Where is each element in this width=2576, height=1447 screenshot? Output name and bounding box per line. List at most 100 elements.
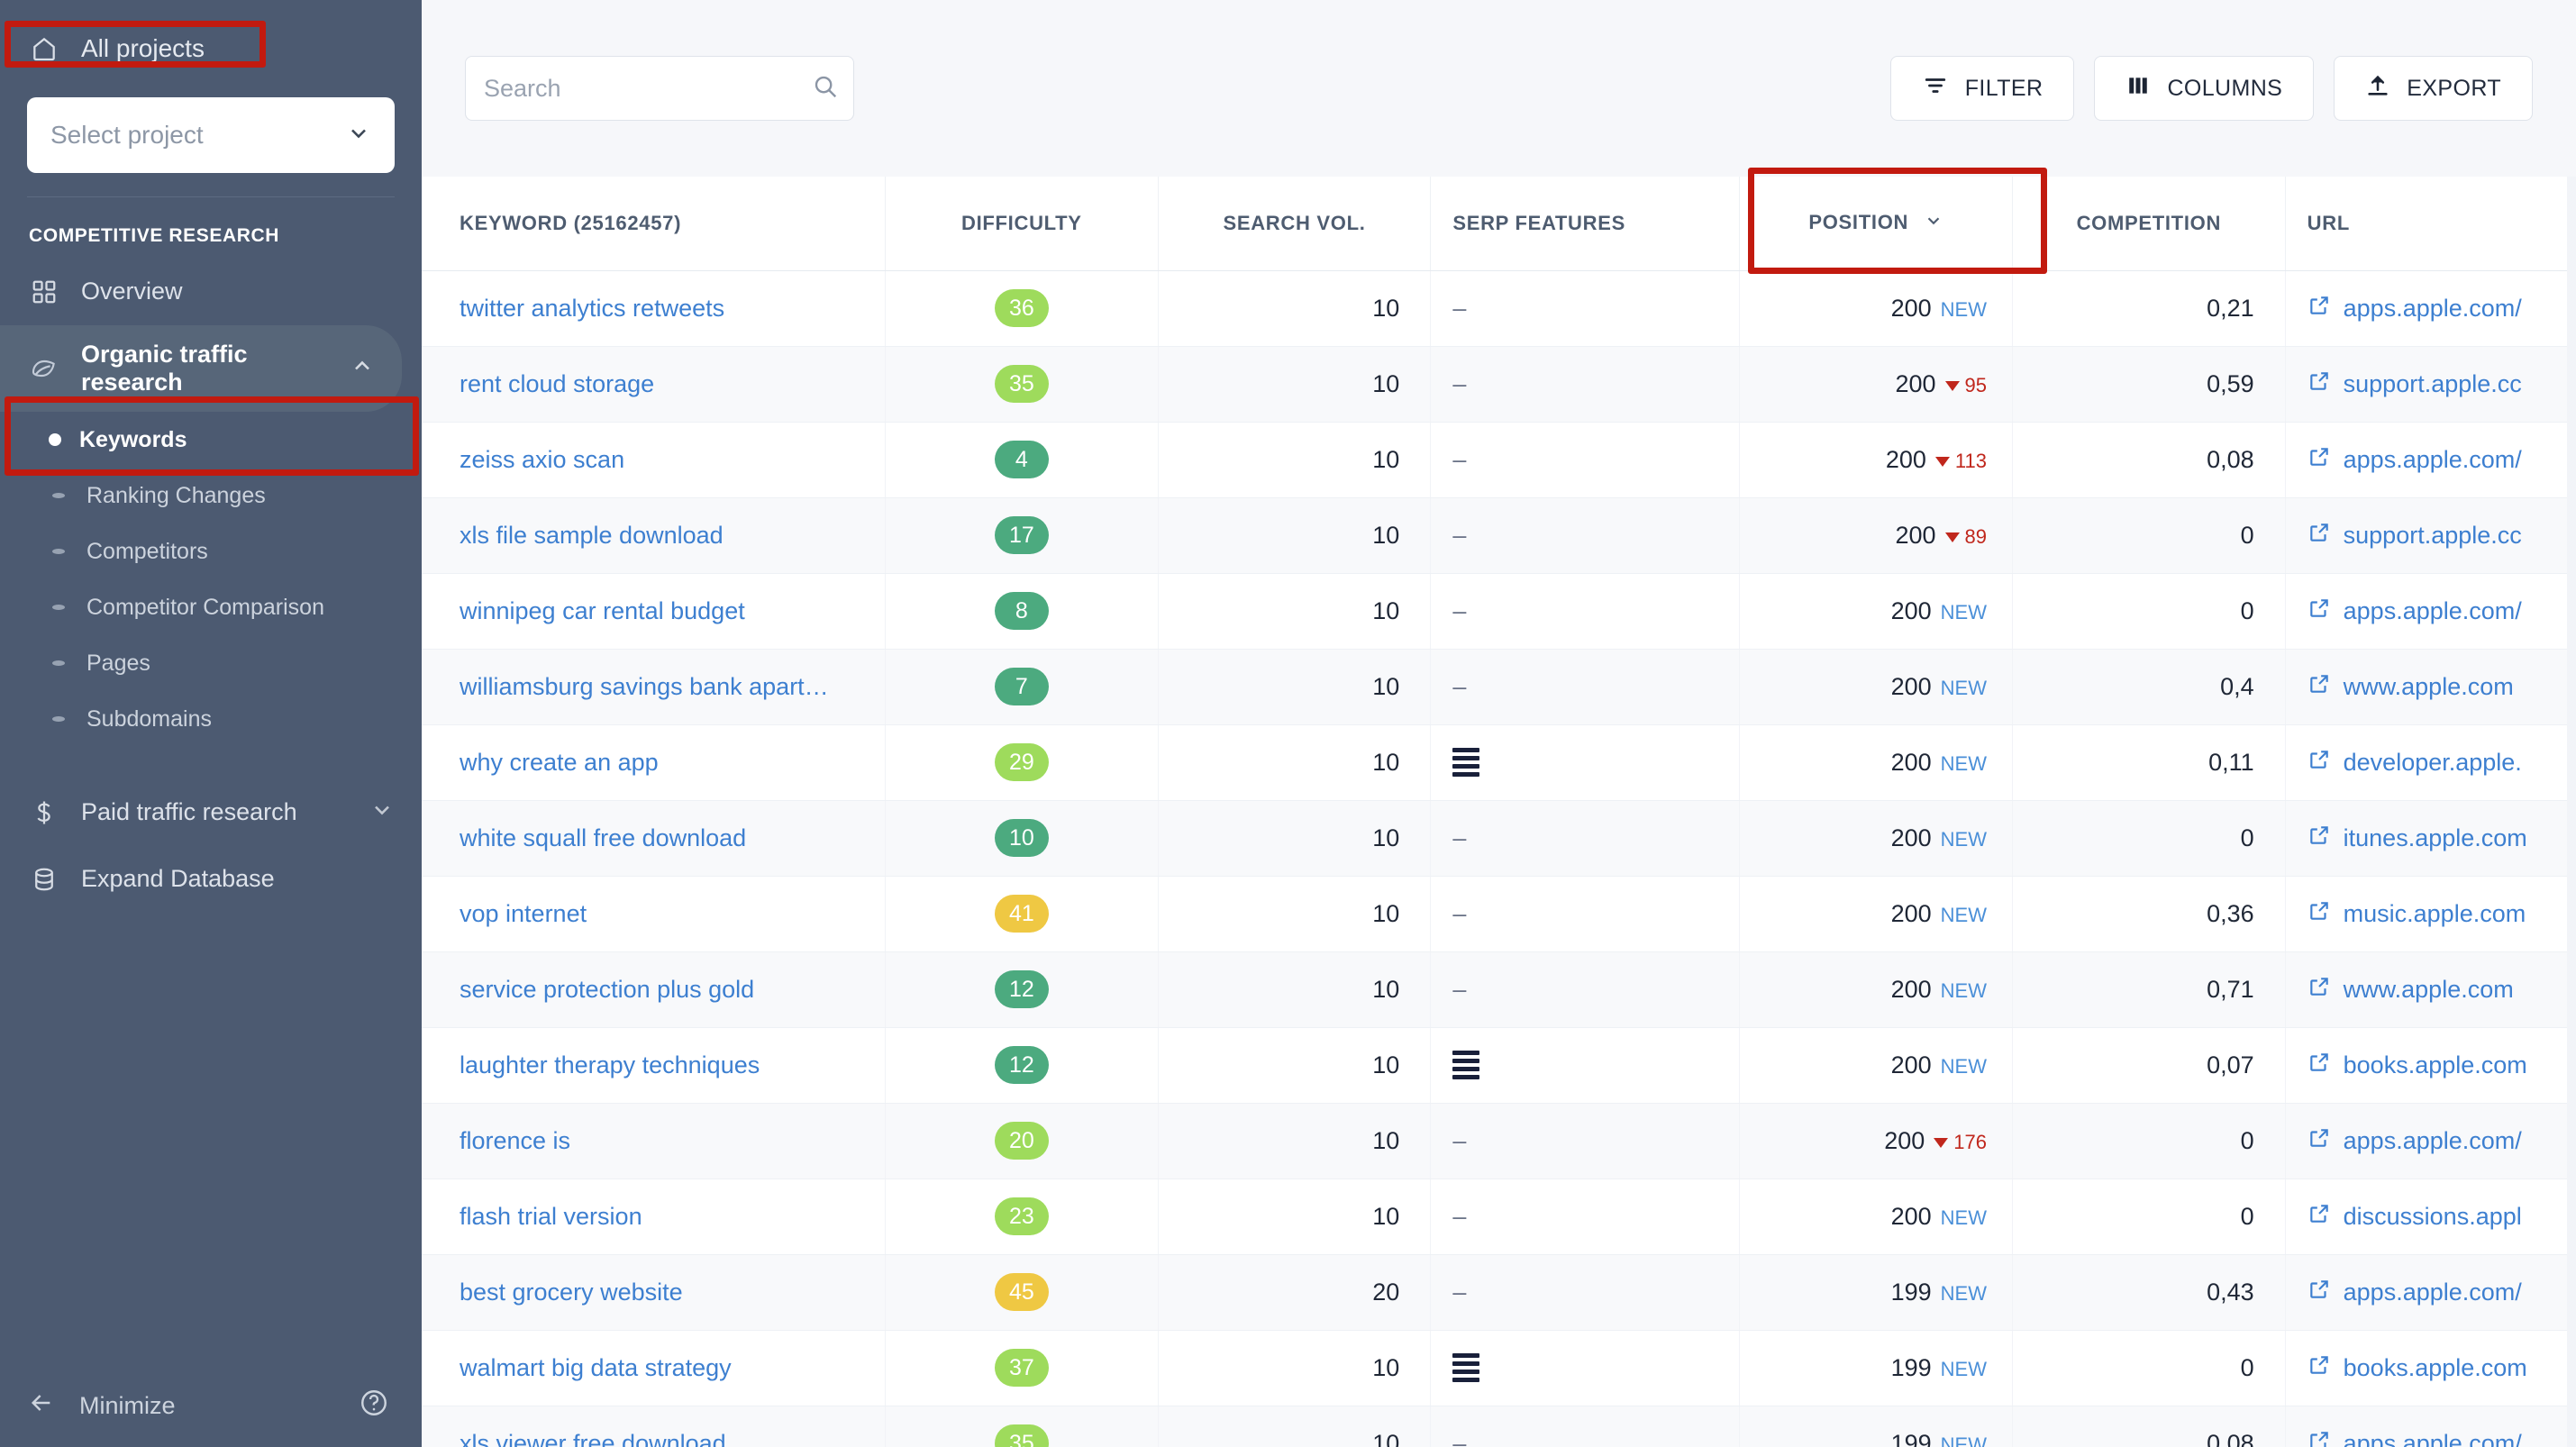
- cell-competition: 0,36: [2012, 876, 2286, 952]
- cell-keyword: vop internet: [422, 876, 887, 952]
- serp-feature-list-icon: [1452, 747, 1480, 777]
- cell-search-volume: 10: [1158, 1330, 1432, 1406]
- keyword-link[interactable]: best grocery website: [460, 1279, 683, 1306]
- position-change-new: NEW: [1940, 1281, 1987, 1305]
- cell-position: 200 NEW: [1739, 1027, 2013, 1104]
- column-header-position[interactable]: POSITION: [1739, 177, 2013, 271]
- sidebar-item-overview[interactable]: Overview: [0, 259, 422, 325]
- position-change-new: NEW: [1940, 903, 1987, 926]
- search-box[interactable]: [465, 56, 854, 121]
- position-change-new: NEW: [1940, 751, 1987, 775]
- url-link[interactable]: support.apple.cc: [2307, 521, 2522, 551]
- keyword-link[interactable]: vop internet: [460, 900, 587, 927]
- keyword-link[interactable]: xls file sample download: [460, 522, 724, 549]
- keyword-link[interactable]: florence is: [460, 1127, 570, 1154]
- sidebar-subitem-competitor-comparison[interactable]: Competitor Comparison: [0, 579, 422, 635]
- position-value: 200: [1890, 824, 1932, 851]
- sidebar-item-expand-database[interactable]: Expand Database: [0, 846, 422, 913]
- keyword-link[interactable]: white squall free download: [460, 824, 746, 851]
- keyword-link[interactable]: walmart big data strategy: [460, 1354, 732, 1381]
- search-input[interactable]: [484, 74, 803, 103]
- cell-serp-features: [1430, 724, 1741, 801]
- keyword-link[interactable]: twitter analytics retweets: [460, 295, 724, 322]
- columns-button[interactable]: COLUMNS: [2094, 56, 2315, 121]
- cell-position: 200 NEW: [1739, 876, 2013, 952]
- column-header-difficulty[interactable]: DIFFICULTY: [885, 177, 1159, 271]
- export-button[interactable]: EXPORT: [2334, 56, 2533, 121]
- sidebar-top: All projects Select project: [0, 0, 422, 197]
- sidebar-subitem-label: Competitor Comparison: [86, 594, 324, 620]
- column-header-search-volume[interactable]: SEARCH VOL.: [1158, 177, 1432, 271]
- search-icon[interactable]: [812, 73, 839, 105]
- cell-keyword: best grocery website: [422, 1254, 887, 1331]
- home-icon: [27, 34, 61, 63]
- column-header-keyword[interactable]: KEYWORD (25162457): [422, 177, 887, 271]
- filter-button[interactable]: FILTER: [1889, 56, 2075, 121]
- url-link[interactable]: discussions.appl: [2307, 1202, 2522, 1232]
- cell-search-volume: 10: [1158, 1179, 1432, 1255]
- keyword-link[interactable]: williamsburg savings bank apart…: [460, 673, 829, 700]
- cell-serp-features: –: [1430, 1406, 1741, 1447]
- bullet-icon: [52, 605, 65, 610]
- sidebar-subitem-pages[interactable]: Pages: [0, 635, 422, 691]
- keyword-link[interactable]: why create an app: [460, 749, 659, 776]
- minimize-label[interactable]: Minimize: [79, 1392, 335, 1420]
- url-link[interactable]: books.apple.com: [2307, 1051, 2527, 1080]
- table-row: why create an app 29 10 200 NEW 0,11 developer…: [422, 724, 2576, 801]
- position-value: 200: [1885, 445, 1926, 473]
- url-link[interactable]: apps.apple.com/: [2307, 596, 2522, 626]
- keyword-link[interactable]: service protection plus gold: [460, 976, 754, 1003]
- position-change-down: 89: [1944, 525, 1987, 548]
- sidebar-subitem-keywords[interactable]: Keywords: [0, 412, 422, 468]
- url-link[interactable]: apps.apple.com/: [2307, 1126, 2522, 1156]
- cell-difficulty: 12: [885, 951, 1159, 1028]
- column-header-url[interactable]: URL: [2285, 177, 2576, 271]
- sidebar-subitem-ranking-changes[interactable]: Ranking Changes: [0, 468, 422, 523]
- difficulty-badge: 7: [994, 668, 1049, 705]
- position-value: 200: [1884, 1126, 1925, 1154]
- url-link[interactable]: music.apple.com: [2307, 899, 2526, 929]
- url-link[interactable]: developer.apple.: [2307, 748, 2522, 778]
- url-link[interactable]: apps.apple.com/: [2307, 445, 2522, 475]
- url-text: music.apple.com: [2343, 899, 2526, 927]
- sidebar-subitem-subdomains[interactable]: Subdomains: [0, 691, 422, 747]
- difficulty-badge: 35: [994, 1424, 1049, 1447]
- all-projects-link[interactable]: All projects: [27, 20, 395, 77]
- url-link[interactable]: www.apple.com: [2307, 672, 2514, 702]
- sidebar-item-label: Paid traffic research: [81, 798, 297, 826]
- url-link[interactable]: apps.apple.com/: [2307, 1429, 2522, 1447]
- sidebar-item-organic-traffic-research[interactable]: Organic traffic research: [0, 325, 402, 412]
- url-text: developer.apple.: [2343, 748, 2522, 776]
- keyword-link[interactable]: zeiss axio scan: [460, 446, 624, 473]
- url-link[interactable]: support.apple.cc: [2307, 369, 2522, 399]
- cell-serp-features: –: [1430, 876, 1741, 952]
- upload-icon: [2365, 73, 2390, 105]
- column-header-serp-features[interactable]: SERP FEATURES: [1430, 177, 1741, 271]
- column-header-competition[interactable]: COMPETITION: [2012, 177, 2286, 271]
- sidebar-subitem-label: Subdomains: [86, 705, 212, 732]
- position-change-down: 95: [1944, 374, 1987, 396]
- keyword-link[interactable]: rent cloud storage: [460, 370, 654, 397]
- keyword-link[interactable]: xls viewer free download: [460, 1430, 726, 1447]
- keyword-link[interactable]: laughter therapy techniques: [460, 1051, 760, 1078]
- cell-position: 199 NEW: [1739, 1406, 2013, 1447]
- table-scrollbar[interactable]: [2567, 177, 2576, 1447]
- project-select[interactable]: Select project: [27, 97, 395, 173]
- cell-difficulty: 35: [885, 346, 1159, 423]
- external-link-icon: [2307, 1429, 2331, 1447]
- keyword-link[interactable]: winnipeg car rental budget: [460, 597, 745, 624]
- sidebar-subitem-competitors[interactable]: Competitors: [0, 523, 422, 579]
- url-link[interactable]: apps.apple.com/: [2307, 294, 2522, 323]
- url-link[interactable]: www.apple.com: [2307, 975, 2514, 1005]
- cell-position: 200 113: [1739, 422, 2013, 498]
- cell-url: www.apple.com: [2285, 649, 2576, 725]
- url-link[interactable]: itunes.apple.com: [2307, 824, 2527, 853]
- question-circle-icon[interactable]: [359, 1388, 389, 1424]
- keyword-link[interactable]: flash trial version: [460, 1203, 642, 1230]
- url-link[interactable]: books.apple.com: [2307, 1353, 2527, 1383]
- url-link[interactable]: apps.apple.com/: [2307, 1278, 2522, 1307]
- position-change-new: NEW: [1940, 676, 1987, 699]
- arrow-left-icon[interactable]: [27, 1388, 56, 1424]
- sidebar-item-paid-traffic-research[interactable]: Paid traffic research: [0, 779, 422, 846]
- difficulty-badge: 4: [994, 441, 1049, 478]
